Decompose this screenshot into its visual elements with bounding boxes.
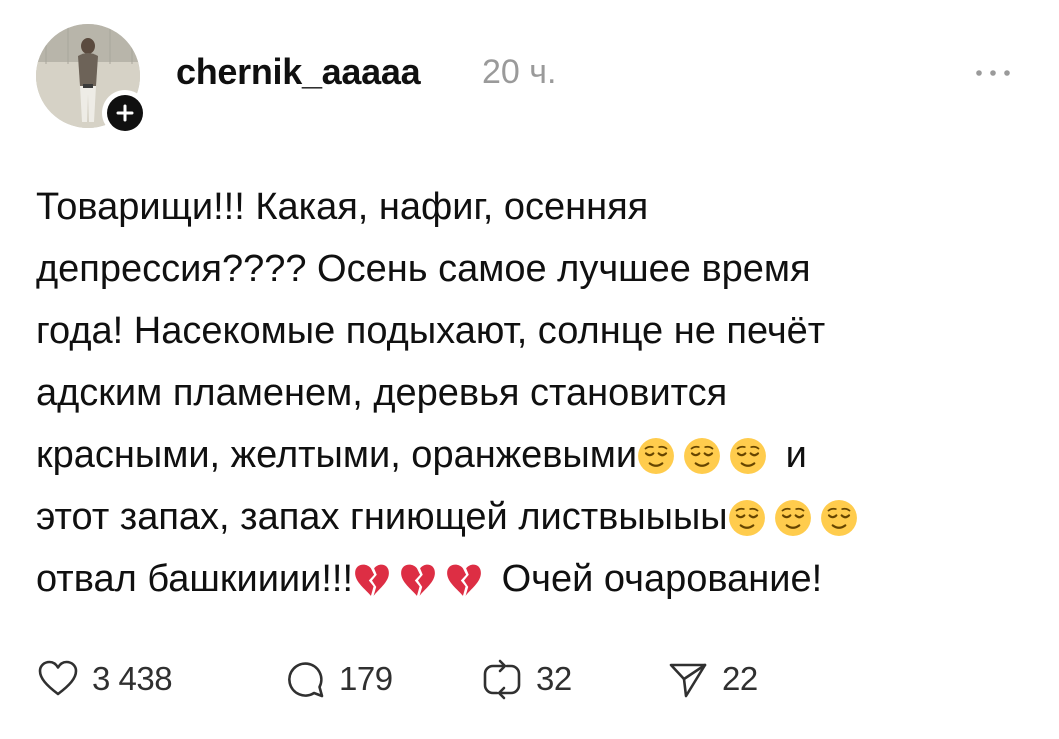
repost-icon bbox=[483, 659, 521, 700]
comment-button[interactable]: 179 bbox=[283, 654, 393, 704]
post-text-line: этот запах, запах гниющей листвыыыы bbox=[36, 486, 1026, 548]
plus-icon bbox=[116, 104, 134, 122]
post-text-line: отвал башкииии!!! Очей очарование! bbox=[36, 548, 1026, 610]
broken-heart-icon bbox=[399, 561, 437, 599]
relieved-face-icon bbox=[729, 437, 767, 475]
post-text: Товарищи!!! Какая, нафиг, осенняя депрес… bbox=[36, 176, 1026, 610]
relieved-face-icon bbox=[637, 437, 675, 475]
like-button[interactable]: 3 438 bbox=[36, 654, 173, 704]
post-text-line: года! Насекомые подыхают, солнце не печё… bbox=[36, 310, 826, 352]
comment-icon bbox=[288, 662, 324, 698]
post-text-line: Товарищи!!! Какая, нафиг, осенняя bbox=[36, 186, 649, 228]
repost-button[interactable]: 32 bbox=[480, 654, 572, 704]
post-text-segment: этот запах, запах гниющей листвыыыы bbox=[36, 496, 728, 538]
post-text-segment: и bbox=[785, 434, 807, 476]
post-timestamp: 20 ч. bbox=[482, 53, 557, 91]
repost-count: 32 bbox=[536, 660, 572, 697]
share-button[interactable]: 22 bbox=[666, 654, 758, 704]
post-text-line: депрессия???? Осень самое лучшее время bbox=[36, 248, 811, 290]
broken-heart-icon bbox=[353, 561, 391, 599]
share-count: 22 bbox=[722, 660, 758, 697]
post-text-line: адским пламенем, деревья становится bbox=[36, 372, 728, 414]
more-options-button[interactable] bbox=[966, 58, 1020, 88]
relieved-face-icon bbox=[683, 437, 721, 475]
more-icon bbox=[976, 70, 1010, 76]
avatar-container[interactable] bbox=[36, 24, 148, 136]
post-text-line: красными, желтыми, оранжевыми и bbox=[36, 424, 1026, 486]
relieved-face-icon bbox=[774, 499, 812, 537]
send-icon bbox=[669, 663, 707, 698]
follow-button[interactable] bbox=[102, 90, 148, 136]
heart-icon bbox=[38, 660, 78, 696]
relieved-face-icon bbox=[728, 499, 766, 537]
like-count: 3 438 bbox=[92, 660, 173, 697]
action-bar: 3 438 179 32 22 bbox=[0, 654, 1059, 704]
comment-count: 179 bbox=[339, 660, 393, 697]
post-text-segment: красными, желтыми, оранжевыми bbox=[36, 434, 638, 476]
relieved-face-icon bbox=[820, 499, 858, 537]
post-text-segment: Очей очарование! bbox=[501, 558, 823, 600]
username-link[interactable]: chernik_aaaaa bbox=[176, 50, 421, 94]
post-text-segment: отвал башкииии!!! bbox=[36, 558, 354, 600]
post-card: chernik_aaaaa 20 ч. Товарищи!!! Какая, н… bbox=[0, 0, 1059, 739]
broken-heart-icon bbox=[445, 561, 483, 599]
